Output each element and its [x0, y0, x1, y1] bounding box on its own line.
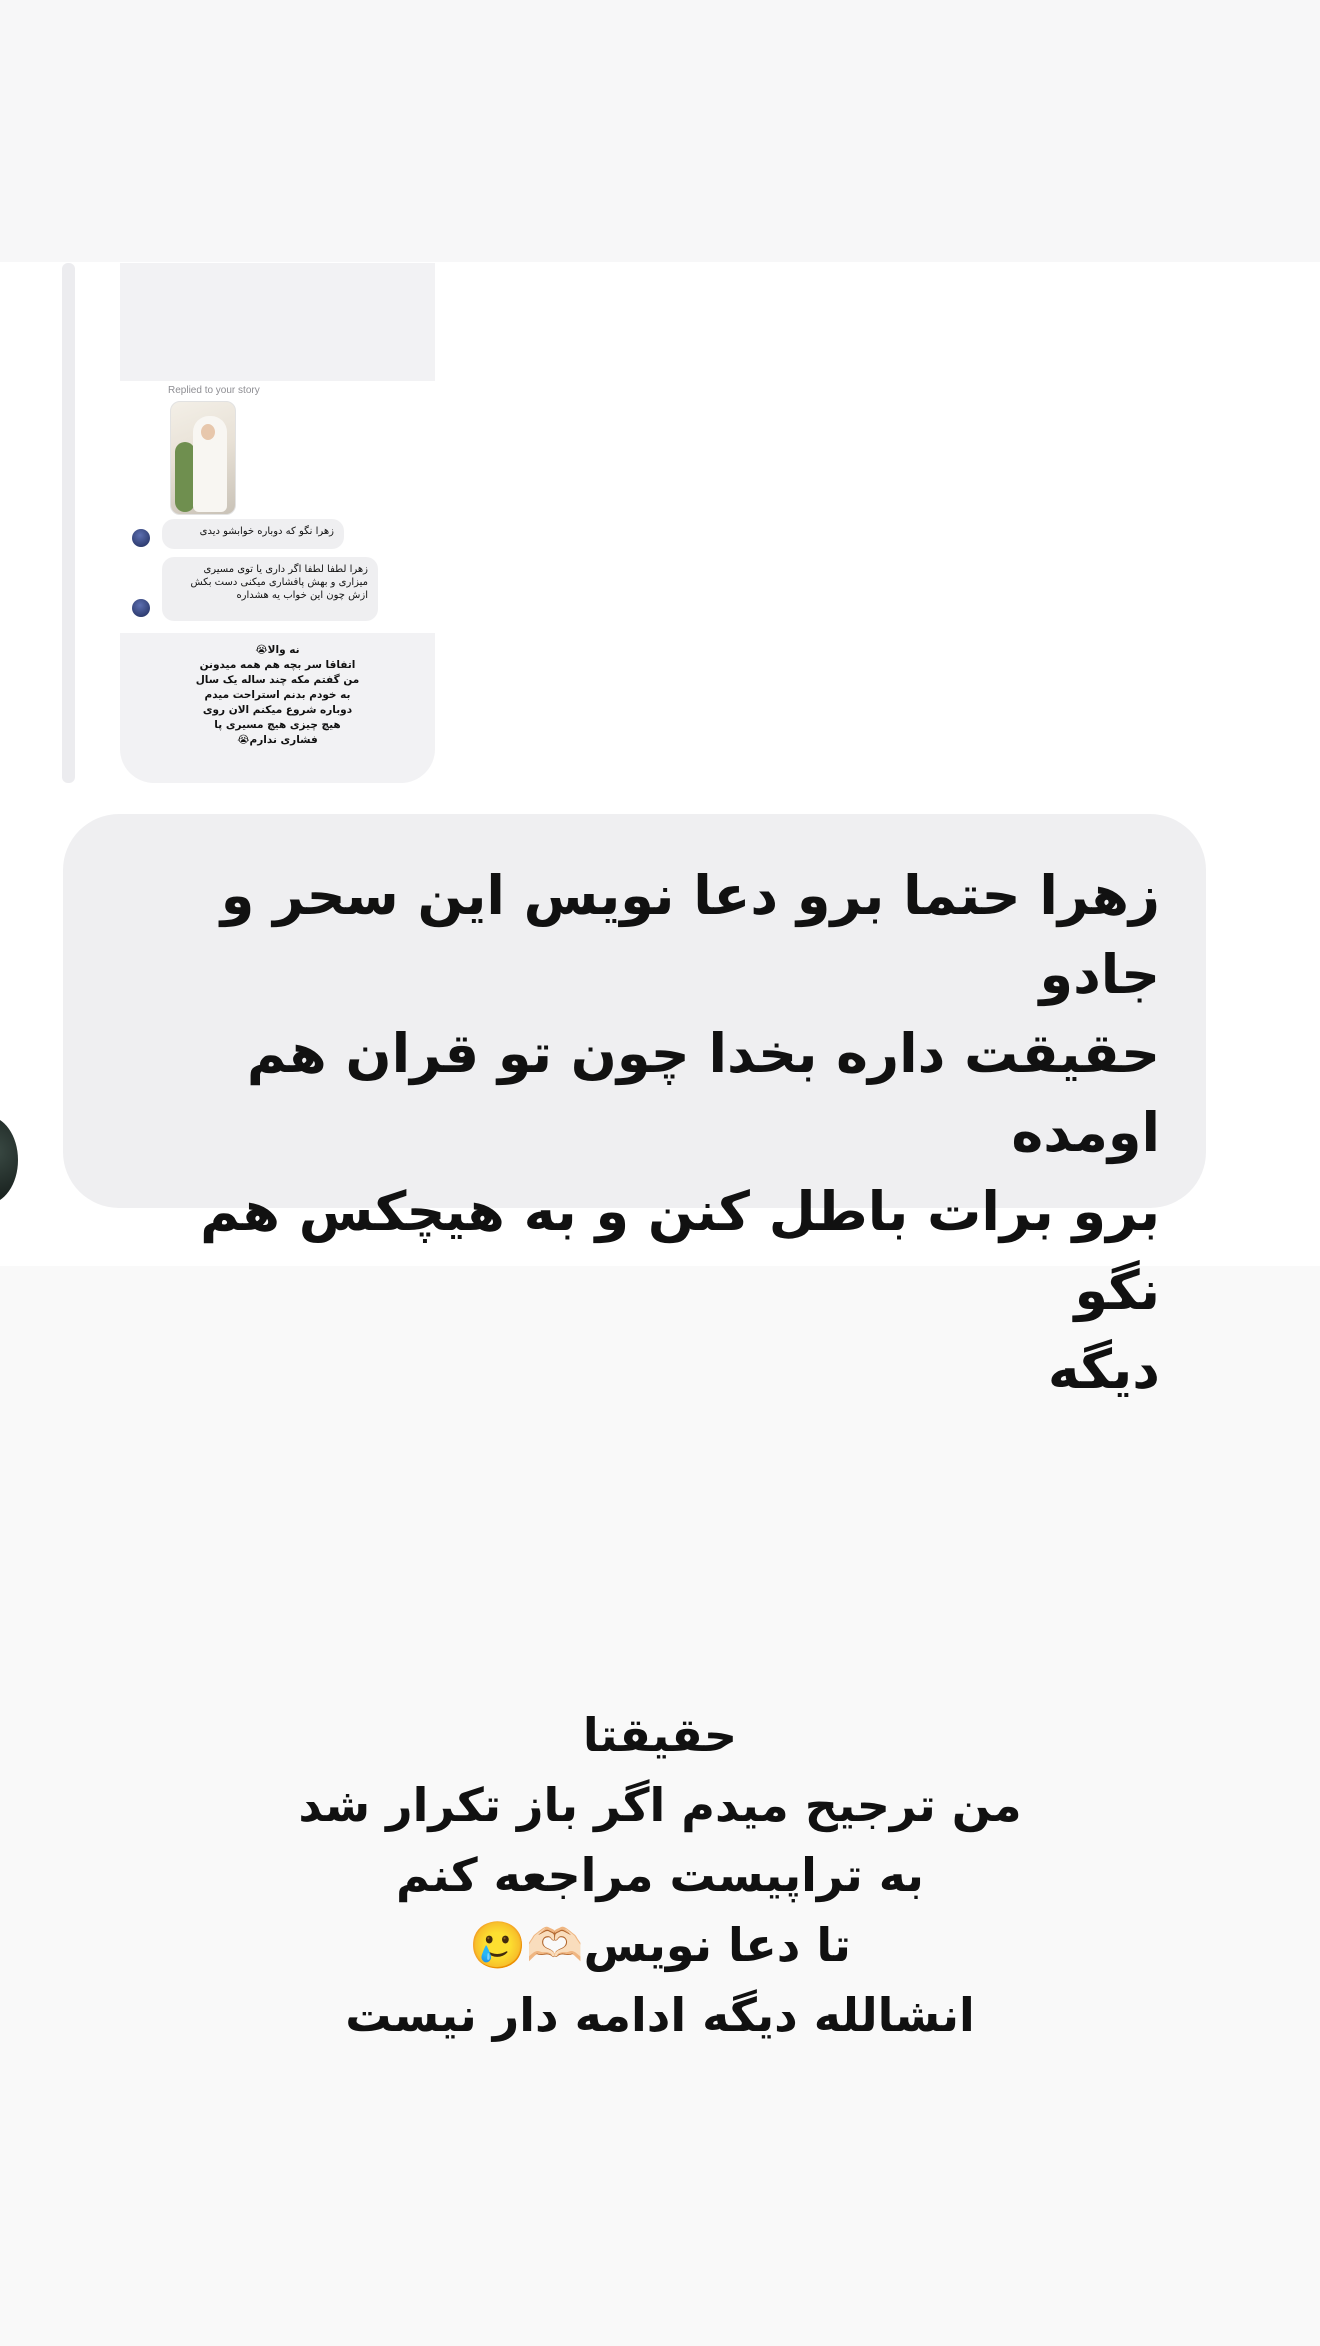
caption-line: حقیقتا: [582, 1708, 738, 1762]
my-reply-line: اتفاقا سر بچه هم همه میدونن: [199, 659, 356, 671]
top-band: [0, 0, 1320, 262]
story-thumbnail[interactable]: [170, 401, 236, 515]
quote-indicator-bar: [62, 263, 75, 783]
quoted-screenshot[interactable]: Replied to your story زهرا نگو که دوباره…: [120, 263, 435, 783]
my-reply-line: دوباره شروع میکنم الان روی: [202, 704, 353, 716]
quoted-image-top: [120, 263, 435, 381]
story-reply-message-1: زهرا نگو که دوباره خوابشو دیدی: [162, 519, 344, 549]
caption-line: تا دعا نویس🫶🏻🥲: [469, 1918, 851, 1972]
my-reply-line: من گفتم مکه چند ساله یک سال: [195, 674, 360, 686]
story-caption: حقیقتا من ترجیح میدم اگر باز تکرار شد به…: [200, 1700, 1120, 2050]
message-line: دیگه: [1047, 1338, 1160, 1401]
message-line: زهرا حتما برو دعا نویس این سحر و جادو: [220, 864, 1160, 1006]
face-shape: [201, 424, 215, 440]
message-line: حقیقت داره بخدا چون تو قران هم اومده: [246, 1022, 1160, 1164]
cactus-shape: [175, 442, 195, 512]
sender-avatar: [132, 599, 150, 617]
story-reply-message-2: زهرا لطفا لطفا اگر داری یا توی مسیری میز…: [162, 557, 378, 621]
my-reply-bubble: نه والا😭 اتفاقا سر بچه هم همه میدونن من …: [120, 633, 435, 783]
my-reply-line: هیچ چیزی هیچ مسیری پا: [214, 719, 341, 731]
caption-line: انشالله دیگه ادامه دار نیست: [345, 1988, 975, 2042]
sender-avatar: [132, 529, 150, 547]
message-line: برو برات باطل کنن و به هیچکس هم نگو: [200, 1180, 1160, 1322]
my-reply-line: فشاری ندارم😭: [237, 734, 318, 746]
caption-line: من ترجیح میدم اگر باز تکرار شد: [298, 1778, 1022, 1832]
caption-line: به تراپیست مراجعه کنم: [396, 1848, 924, 1902]
replied-to-story-label: Replied to your story: [168, 385, 260, 396]
my-reply-line: به خودم بدنم استراحت میدم: [204, 689, 351, 701]
my-reply-line: نه والا😭: [255, 644, 300, 656]
incoming-message-bubble[interactable]: زهرا حتما برو دعا نویس این سحر و جادو حق…: [63, 814, 1206, 1401]
